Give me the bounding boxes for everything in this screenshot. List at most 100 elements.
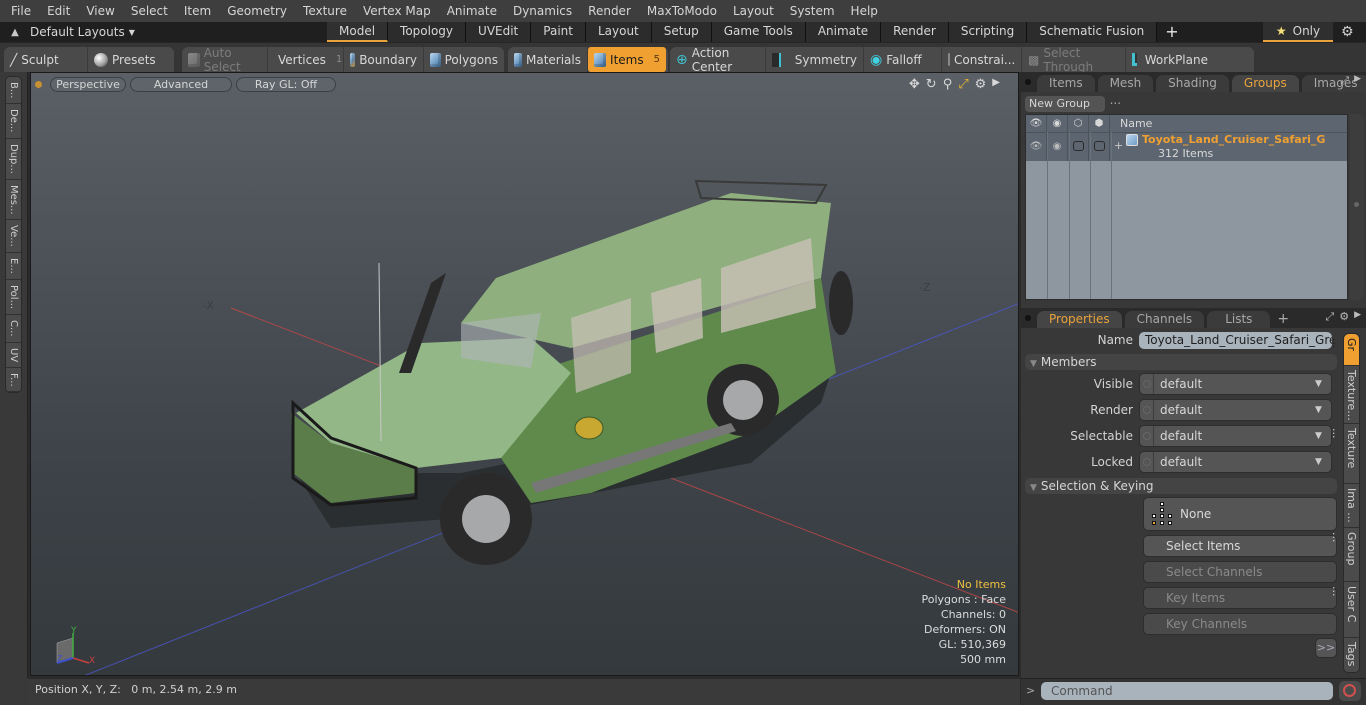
add-tab-button[interactable]: + [1273,311,1293,328]
zoom-view-icon[interactable]: ⚲ [943,77,953,92]
menu-layout[interactable]: Layout [725,0,782,22]
menu-maxtomodo[interactable]: MaxToModo [639,0,725,22]
more-button[interactable]: >> [1315,638,1337,658]
right-tab-image[interactable]: Ima ... [1344,484,1359,528]
right-tab-group-2[interactable]: Group ... [1330,528,1359,582]
right-tab-texture-2[interactable]: Texture ... [1330,424,1359,484]
workplane-button[interactable]: WorkPlane [1126,47,1214,72]
tab-groups[interactable]: Groups [1231,75,1299,92]
polygons-button[interactable]: Polygons [424,47,504,72]
tab-model[interactable]: Model [327,22,389,42]
only-button[interactable]: ★ Only [1263,22,1333,42]
left-tab-5[interactable]: Ve... [6,220,21,254]
new-group-button[interactable]: New Group [1025,96,1105,112]
tab-channels[interactable]: Channels [1124,311,1205,328]
menu-edit[interactable]: Edit [39,0,78,22]
presets-button[interactable]: Presets [88,47,174,72]
menu-file[interactable]: File [3,0,39,22]
select-cube-icon[interactable]: ⬢ [1089,115,1110,132]
render-camera-icon[interactable]: ◉ [1047,115,1068,132]
render-dropdown[interactable]: default ▼ [1139,399,1332,421]
members-section[interactable]: ▼ Members [1025,354,1337,370]
expand-arrow-icon[interactable]: ▶ [1354,74,1361,88]
menu-help[interactable]: Help [843,0,886,22]
menu-select[interactable]: Select [123,0,176,22]
tab-items[interactable]: Items [1037,75,1095,92]
none-hierarchy-button[interactable]: None [1143,497,1337,531]
menu-item[interactable]: Item [176,0,219,22]
rotate-view-icon[interactable]: ↻ [926,77,937,92]
tab-setup[interactable]: Setup [651,22,712,42]
tab-shading[interactable]: Shading [1156,75,1229,92]
tab-uvedit[interactable]: UVEdit [466,22,532,42]
menu-view[interactable]: View [78,0,122,22]
default-layouts-dropdown[interactable]: Default Layouts ▼ [30,25,135,39]
maximize-icon[interactable]: ⤢ [1325,310,1334,324]
expand-arrow-icon[interactable]: ▶ [992,77,1000,92]
left-tab-6[interactable]: E... [6,253,21,280]
tab-game-tools[interactable]: Game Tools [711,22,806,42]
shading-button[interactable]: Advanced [130,76,232,92]
menu-texture[interactable]: Texture [295,0,355,22]
selectable-dropdown[interactable]: default ▼ [1139,425,1332,447]
key-channels-button[interactable]: Key Channels [1143,613,1337,635]
symmetry-button[interactable]: Symmetry [766,47,864,72]
tab-properties[interactable]: Properties [1037,311,1122,328]
name-field[interactable]: Toyota_Land_Cruiser_Safari_Green_C [1139,331,1332,349]
right-tab-tags[interactable]: Tags [1344,638,1359,672]
locked-dropdown[interactable]: default ▼ [1139,451,1332,473]
left-tab-1[interactable]: B... [6,77,21,105]
groups-scrollbar[interactable] [1350,114,1364,300]
sculpt-button[interactable]: ╱ Sculpt [4,47,88,72]
right-tab-texture-1[interactable]: Texture... [1344,366,1359,424]
menu-render[interactable]: Render [580,0,639,22]
tab-layout[interactable]: Layout [585,22,652,42]
right-tab-user-channels[interactable]: User C ... [1330,582,1359,638]
row-eye-icon[interactable]: 👁 [1026,133,1047,161]
select-through-button[interactable]: ▩ Select Through [1022,46,1126,74]
group-row[interactable]: 👁 ◉ + Toyota_Land_Cruiser_Safari_Gr... 3… [1026,132,1347,161]
panel-dot[interactable] [1025,315,1031,321]
right-tab-group[interactable]: Gr ... [1330,334,1359,366]
viewport-gear-icon[interactable]: ⚙ [975,77,987,92]
left-tab-10[interactable]: F... [6,368,21,393]
tab-mesh[interactable]: Mesh ... [1097,75,1154,107]
tab-paint[interactable]: Paint [531,22,586,42]
falloff-button[interactable]: ◉ Falloff [864,47,942,72]
tab-schematic-fusion[interactable]: Schematic Fusion [1027,22,1158,42]
collapse-up-icon[interactable]: ▲ [0,27,30,38]
left-tab-3[interactable]: Dup... [6,139,21,180]
menu-system[interactable]: System [782,0,843,22]
menu-geometry[interactable]: Geometry [219,0,295,22]
panel-dot[interactable] [1025,79,1031,85]
add-tab-button[interactable]: + [1157,22,1186,42]
move-view-icon[interactable]: ✥ [909,77,920,92]
maximize-icon[interactable]: ⤢ [1340,74,1349,88]
tab-animate[interactable]: Animate [805,22,882,42]
left-tab-4[interactable]: Mes... [6,180,21,221]
selection-keying-section[interactable]: ▼ Selection & Keying [1025,478,1337,494]
maximize-icon[interactable]: ⤢ [958,77,968,92]
visibility-eye-icon[interactable]: 👁 [1026,115,1047,132]
key-items-button[interactable]: Key Items [1143,587,1337,609]
items-button[interactable]: Items 5 [588,47,666,72]
viewport-status-dot[interactable] [35,80,42,88]
vertices-button[interactable]: Vertices 1 [268,47,344,72]
row-select-toggle[interactable] [1089,133,1110,161]
lock-cube-icon[interactable]: ⬡ [1068,115,1089,132]
left-tab-8[interactable]: C... [6,315,21,343]
materials-button[interactable]: Materials [508,47,588,72]
expand-plus-icon[interactable]: + [1114,139,1123,152]
visible-dropdown[interactable]: default ▼ [1139,373,1332,395]
gear-icon[interactable]: ⚙ [1339,310,1349,324]
boundary-button[interactable]: Boundary [344,47,424,72]
constraints-button[interactable]: Constrai... [942,47,1022,72]
name-column-header[interactable]: Name [1110,115,1152,132]
tab-lists[interactable]: Lists [1207,311,1271,328]
command-input[interactable]: Command [1041,682,1333,700]
tab-topology[interactable]: Topology [388,22,467,42]
left-tab-7[interactable]: Pol... [6,280,21,315]
left-tab-2[interactable]: De... [6,104,21,139]
menu-animate[interactable]: Animate [439,0,505,22]
menu-vertex-map[interactable]: Vertex Map [355,0,439,22]
